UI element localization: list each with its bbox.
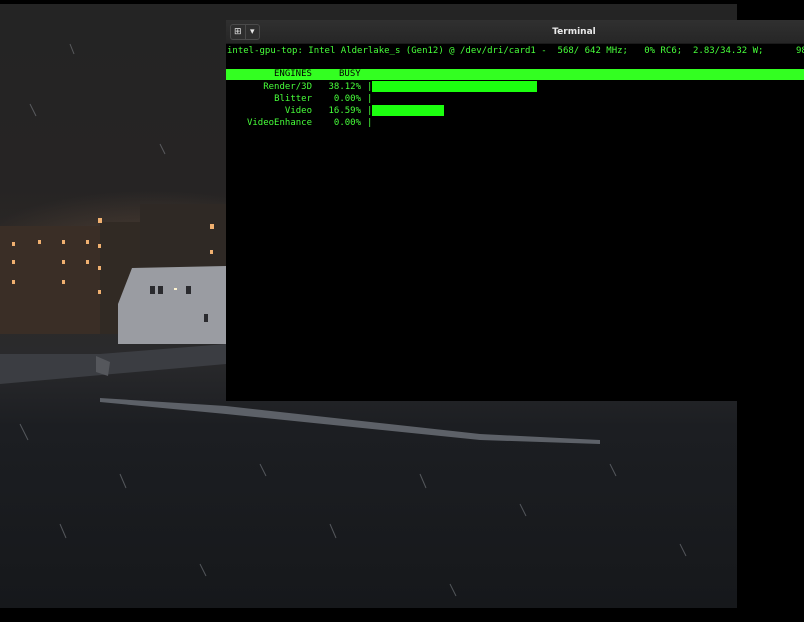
busy-column-header: BUSY <box>339 69 361 79</box>
terminal-output[interactable]: intel-gpu-top: Intel Alderlake_s (Gen12)… <box>226 44 804 401</box>
engine-row: Video 16.59% | <box>226 105 804 117</box>
engine-name: Video <box>284 106 312 116</box>
vehicle-light <box>174 288 177 290</box>
desktop: ⊞ ▾ Terminal intel-gpu-top: Intel Alderl… <box>0 0 804 622</box>
engines-table-header: ENGINES BUSY <box>226 69 804 80</box>
engines-column-header: ENGINES <box>274 69 312 79</box>
engine-row: Render/3D 38.12% | <box>226 81 804 93</box>
engine-busy-percent: 38.12% <box>328 82 361 92</box>
engine-row: Blitter 0.00% | <box>226 93 804 105</box>
terminal-titlebar[interactable]: ⊞ ▾ Terminal <box>226 20 804 44</box>
engine-busy-bar <box>372 81 537 92</box>
window-title: Terminal <box>552 27 596 37</box>
engine-busy-percent: 0.00% <box>333 118 361 128</box>
gpu-status-line: intel-gpu-top: Intel Alderlake_s (Gen12)… <box>227 46 804 56</box>
bar-start-marker: | <box>367 118 373 128</box>
engine-busy-percent: 16.59% <box>328 106 361 116</box>
terminal-window[interactable]: ⊞ ▾ Terminal intel-gpu-top: Intel Alderl… <box>226 20 804 401</box>
snow-bank <box>0 344 226 384</box>
railing <box>100 398 600 444</box>
engine-name: Render/3D <box>263 82 312 92</box>
vehicle-body <box>118 266 226 344</box>
engine-name: Blitter <box>274 94 312 104</box>
bar-start-marker: | <box>367 94 373 104</box>
engine-busy-bar <box>372 105 444 116</box>
engine-row: VideoEnhance 0.00% | <box>226 117 804 129</box>
engine-name: VideoEnhance <box>246 118 312 128</box>
engine-busy-percent: 0.00% <box>333 94 361 104</box>
